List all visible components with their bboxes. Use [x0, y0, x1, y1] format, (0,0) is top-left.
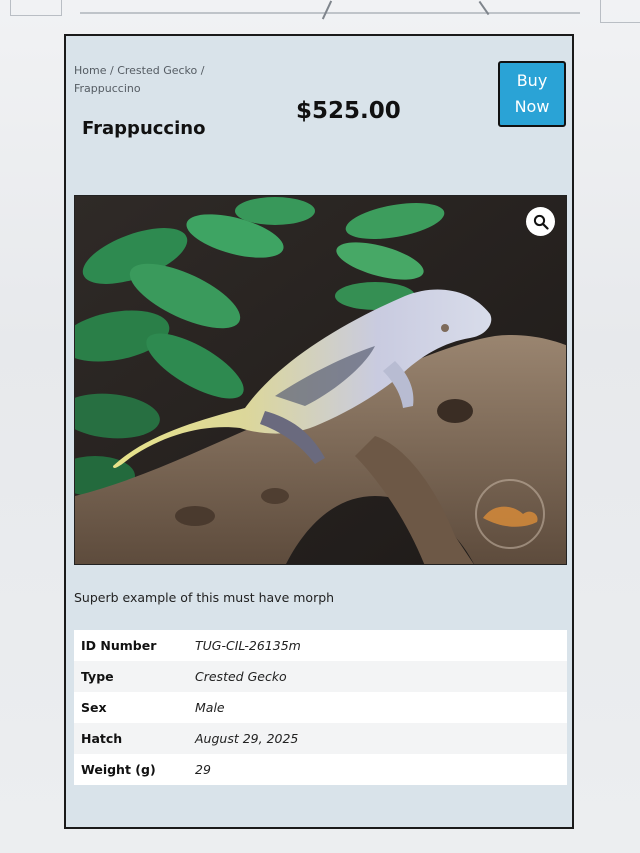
spec-value: Crested Gecko	[188, 661, 567, 692]
table-row: Type Crested Gecko	[74, 661, 567, 692]
table-row: Sex Male	[74, 692, 567, 723]
buy-now-button[interactable]: Buy Now	[498, 61, 566, 127]
buy-now-label: Buy Now	[514, 71, 550, 116]
breadcrumb-home[interactable]: Home	[74, 64, 106, 77]
spec-value: Male	[188, 692, 567, 723]
breadcrumb: Home / Crested Gecko / Frappuccino	[74, 62, 224, 98]
zoom-button[interactable]	[526, 207, 555, 236]
breadcrumb-current: Frappuccino	[74, 82, 141, 95]
spec-label: Sex	[74, 692, 188, 723]
table-row: Weight (g) 29	[74, 754, 567, 785]
table-row: Hatch August 29, 2025	[74, 723, 567, 754]
product-card: Home / Crested Gecko / Frappuccino $525.…	[64, 34, 574, 829]
magnifier-icon	[533, 214, 549, 230]
product-description: Superb example of this must have morph	[74, 590, 335, 605]
spec-label: Type	[74, 661, 188, 692]
spec-label: Weight (g)	[74, 754, 188, 785]
spec-value: 29	[188, 754, 567, 785]
gecko-photo	[75, 196, 566, 564]
background-artifacts	[0, 0, 640, 24]
specs-table: ID Number TUG-CIL-26135m Type Crested Ge…	[74, 630, 567, 785]
breadcrumb-separator: /	[200, 64, 205, 77]
product-image[interactable]	[74, 195, 567, 565]
spec-label: ID Number	[74, 630, 188, 661]
spec-value: August 29, 2025	[188, 723, 567, 754]
spec-value: TUG-CIL-26135m	[188, 630, 567, 661]
product-price: $525.00	[296, 98, 401, 124]
spec-label: Hatch	[74, 723, 188, 754]
breadcrumb-category[interactable]: Crested Gecko	[117, 64, 197, 77]
table-row: ID Number TUG-CIL-26135m	[74, 630, 567, 661]
breadcrumb-separator: /	[109, 64, 114, 77]
product-title: Frappuccino	[82, 118, 206, 139]
